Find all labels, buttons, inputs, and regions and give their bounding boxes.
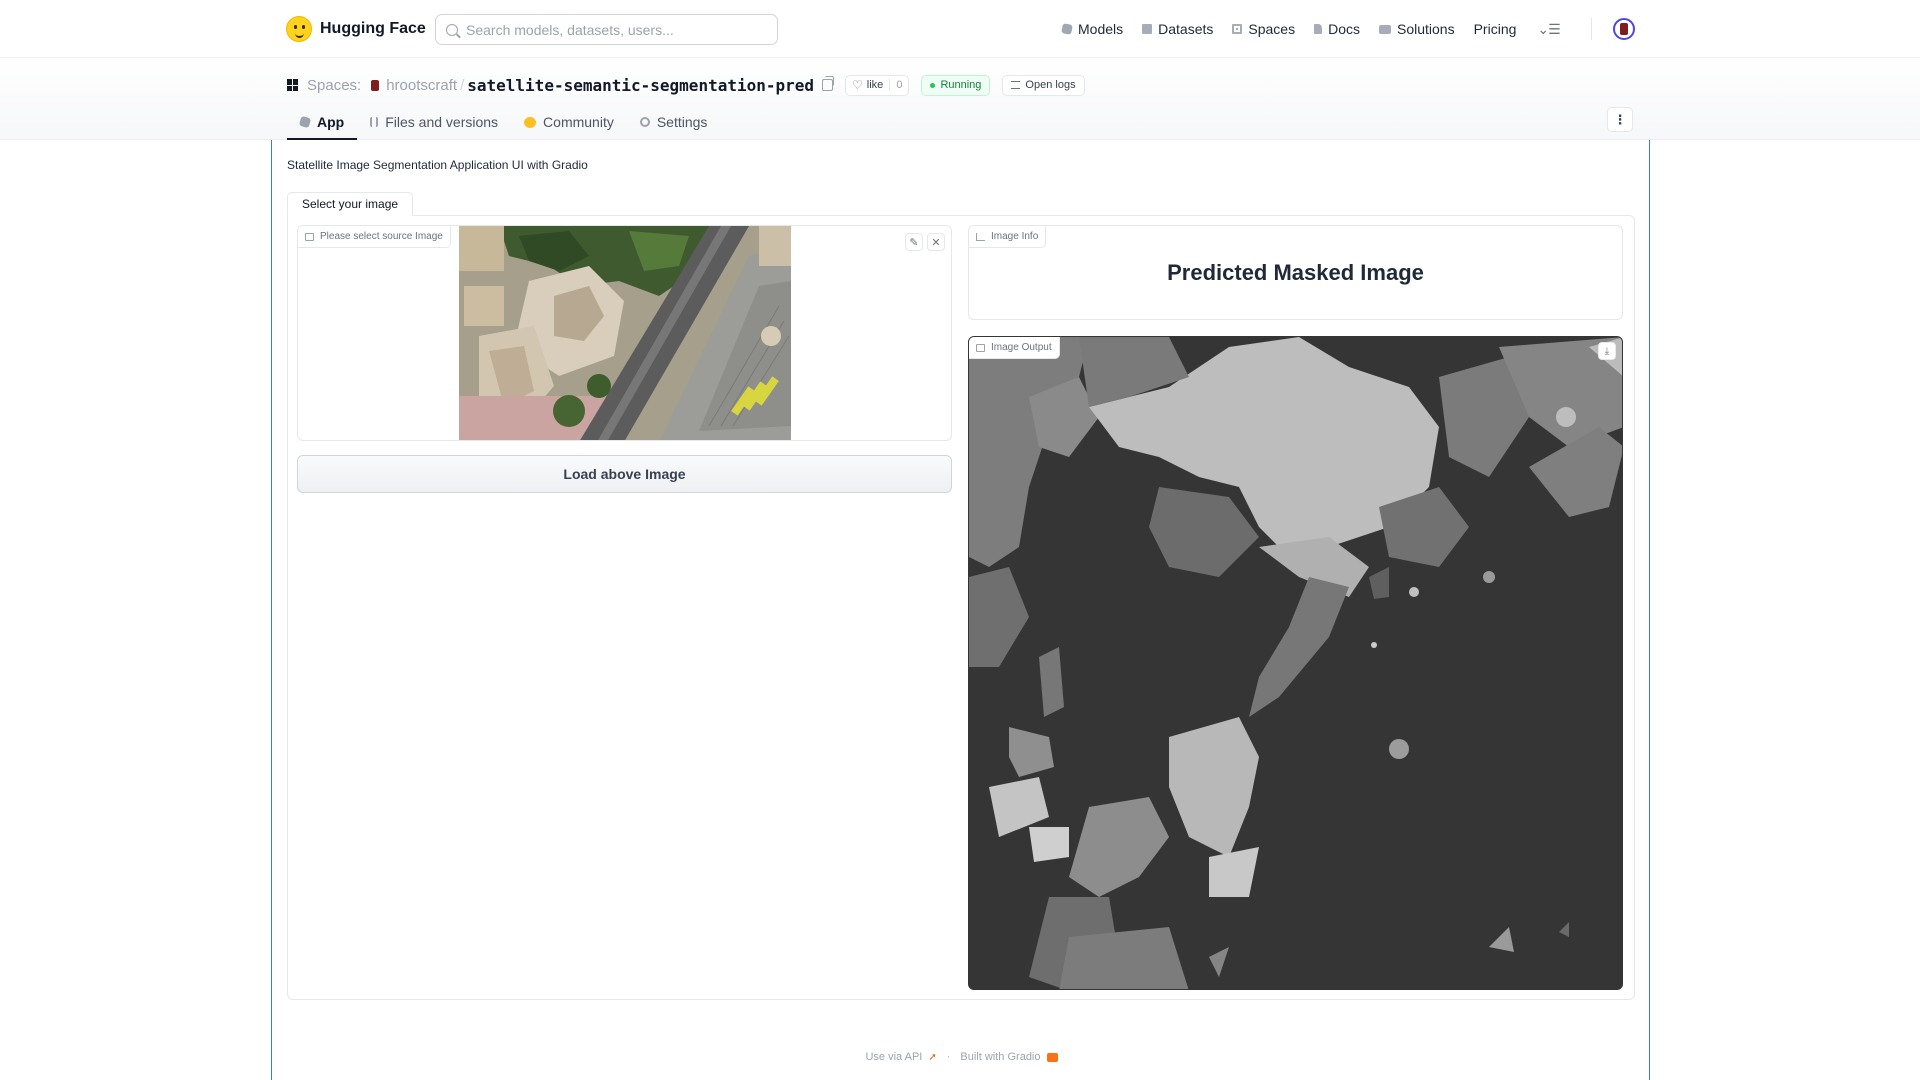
open-logs-button[interactable]: Open logs [1002, 74, 1085, 96]
docs-icon [1314, 24, 1323, 34]
owner-link[interactable]: hrootscraft [386, 77, 457, 94]
tab-community-label: Community [543, 114, 614, 130]
brand-link[interactable]: Hugging Face [286, 16, 426, 42]
nav-models[interactable]: Models [1061, 21, 1124, 37]
clear-close-icon[interactable]: ✕ [927, 233, 945, 251]
tab-files[interactable]: Files and versions [357, 104, 511, 140]
status-dot-icon [930, 82, 936, 88]
heart-icon: ♡ [852, 78, 863, 92]
image-icon [976, 343, 985, 352]
spaces-grid-icon [287, 79, 299, 91]
copy-icon[interactable] [822, 76, 835, 91]
space-tabs: App Files and versions Community Setting… [287, 104, 720, 140]
nav-datasets-label: Datasets [1158, 21, 1214, 37]
source-image-block[interactable]: Please select source Image ✎ ✕ [297, 225, 952, 441]
image-info-label: Image Info [991, 231, 1039, 242]
top-navbar: Hugging Face Models Datasets Spaces Docs… [0, 0, 1920, 58]
tab-app[interactable]: App [287, 104, 358, 140]
edit-pencil-icon[interactable]: ✎ [905, 233, 923, 251]
user-avatar[interactable] [1613, 18, 1635, 40]
source-image-label: Please select source Image [320, 231, 443, 242]
nav-solutions-label: Solutions [1397, 21, 1455, 37]
image-info-block: Image Info Predicted Masked Image [968, 225, 1623, 320]
tab-files-label: Files and versions [385, 114, 499, 130]
datasets-icon [1142, 24, 1153, 34]
nav-pricing-label: Pricing [1473, 21, 1517, 37]
repo-name-link[interactable]: satellite-semantic-segmentation-pred [467, 76, 814, 95]
image-output-label: Image Output [991, 342, 1052, 353]
gradio-logo-icon [1046, 1052, 1058, 1062]
search-icon [446, 23, 458, 36]
segmentation-mask-image [969, 337, 1622, 989]
image-output-label-badge: Image Output [969, 337, 1060, 359]
footer-dot: · [946, 1051, 951, 1063]
app-description: Statellite Image Segmentation Applicatio… [287, 158, 588, 172]
nav-links: Models Datasets Spaces Docs Solutions Pr… [1061, 19, 1561, 39]
tab-settings[interactable]: Settings [627, 104, 721, 140]
image-icon [305, 232, 314, 241]
like-button[interactable]: ♡ like 0 [845, 74, 910, 96]
nav-models-label: Models [1078, 21, 1124, 37]
search-box[interactable] [435, 14, 778, 45]
footer: Use via API ➚ · Built with Gradio [272, 1051, 1651, 1063]
predicted-title: Predicted Masked Image [1167, 260, 1424, 285]
image-info-label-badge: Image Info [969, 226, 1047, 248]
spaces-label: Spaces: [307, 76, 362, 94]
community-icon [524, 116, 537, 128]
settings-gear-icon [639, 117, 650, 127]
kebab-icon: ⋮ [1613, 112, 1627, 127]
source-image-preview [459, 226, 791, 440]
more-menu-icon[interactable]: ⌄☰ [1537, 21, 1560, 38]
nav-docs[interactable]: Docs [1314, 21, 1360, 37]
app-iframe: Statellite Image Segmentation Applicatio… [271, 140, 1650, 1080]
status-badge: Running [921, 74, 991, 96]
logs-icon [1011, 81, 1021, 89]
nav-divider [1591, 18, 1592, 40]
image-output-block: Image Output ⤓ [968, 336, 1623, 990]
nav-spaces[interactable]: Spaces [1232, 21, 1295, 37]
app-icon [298, 115, 312, 129]
breadcrumb-separator: / [460, 76, 465, 94]
nav-pricing[interactable]: Pricing [1474, 21, 1517, 37]
nav-spaces-label: Spaces [1248, 21, 1296, 37]
use-via-api-link[interactable]: Use via API ➚ [865, 1051, 936, 1063]
search-input[interactable] [466, 21, 766, 38]
rocket-icon: ➚ [928, 1051, 937, 1063]
use-via-api-label: Use via API [865, 1051, 923, 1063]
files-icon [370, 117, 379, 127]
solutions-icon [1379, 24, 1391, 34]
hugging-face-logo-icon [286, 16, 312, 42]
built-with-gradio-link[interactable]: Built with Gradio [960, 1051, 1058, 1063]
like-label: like [866, 79, 884, 91]
like-count: 0 [889, 79, 908, 91]
nav-solutions[interactable]: Solutions [1379, 21, 1455, 37]
models-icon [1061, 23, 1073, 35]
more-options-button[interactable]: ⋮ [1607, 107, 1633, 132]
brand-name: Hugging Face [320, 20, 426, 37]
space-header: Spaces: hrootscraft / satellite-semantic… [0, 58, 1920, 140]
spaces-icon [1232, 24, 1243, 34]
nav-datasets[interactable]: Datasets [1142, 21, 1213, 37]
tab-app-label: App [317, 114, 345, 130]
tab-community[interactable]: Community [511, 104, 627, 140]
status-label: Running [940, 79, 982, 91]
built-with-gradio-label: Built with Gradio [960, 1051, 1041, 1063]
source-image-label-badge: Please select source Image [298, 226, 451, 248]
space-breadcrumb: Spaces: hrootscraft / satellite-semantic… [287, 73, 1085, 97]
tab-settings-label: Settings [656, 114, 708, 130]
owner-avatar-icon [371, 79, 380, 91]
nav-docs-label: Docs [1328, 21, 1360, 37]
chart-icon [976, 232, 985, 241]
open-logs-label: Open logs [1025, 79, 1076, 91]
tab-select-image[interactable]: Select your image [287, 192, 414, 216]
download-icon[interactable]: ⤓ [1598, 342, 1616, 360]
tab-panel: Please select source Image ✎ ✕ Load abov… [287, 215, 1635, 1000]
load-image-button[interactable]: Load above Image [297, 455, 952, 493]
